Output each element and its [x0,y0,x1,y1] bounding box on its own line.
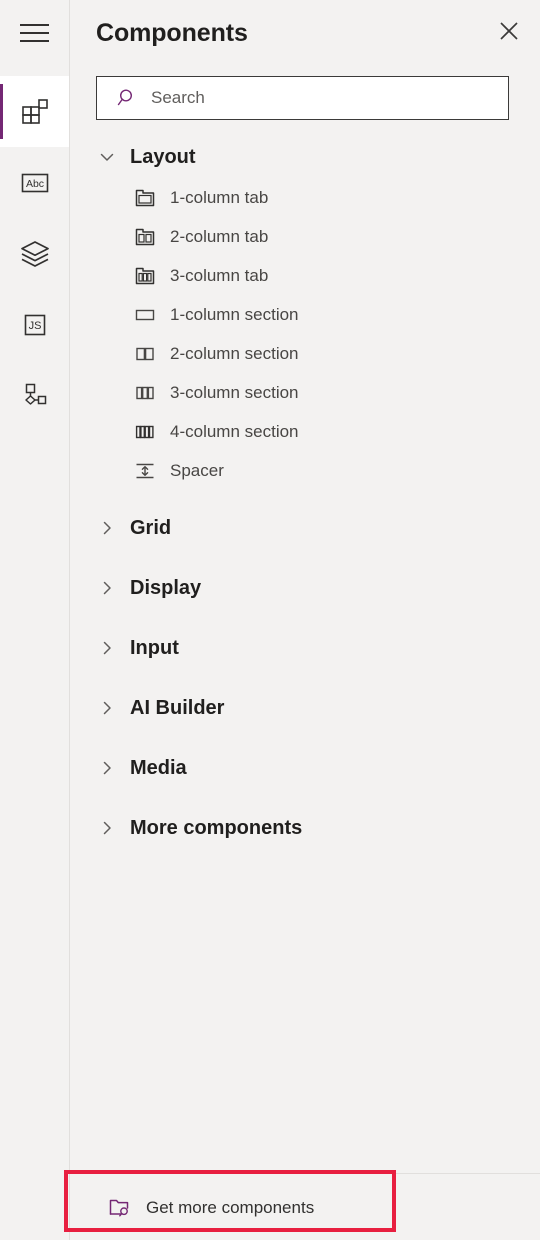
component-item-4-column-section[interactable]: 4-column section [70,412,540,451]
group-header-grid[interactable]: Grid [70,508,540,547]
component-item-1-column-tab[interactable]: 1-column tab [70,178,540,217]
tab-1-column-icon [132,185,158,211]
component-item-label: Spacer [170,461,224,480]
component-item-label: 4-column section [170,422,299,441]
group-header-ai-builder[interactable]: AI Builder [70,688,540,727]
sidebar-item-text[interactable]: Abc [0,147,69,218]
components-panel: Components Search Layout 1-column tab 2-… [70,0,540,1240]
svg-text:Abc: Abc [25,178,43,190]
group-label: AI Builder [130,696,225,719]
components-icon [20,97,50,127]
group-label: Layout [130,145,196,168]
search-box[interactable] [96,76,509,120]
component-item-3-column-tab[interactable]: 3-column tab [70,256,540,295]
chevron-right-icon [96,697,118,719]
section-2-column-icon [132,341,158,367]
text-abc-icon: Abc [20,170,50,196]
group-children-layout: 1-column tab 2-column tab 3-column tab 1… [70,178,540,490]
chevron-right-icon [96,817,118,839]
component-item-2-column-section[interactable]: 2-column section [70,334,540,373]
components-panel-app: Abc JS Components Search Layout 1-column… [0,0,540,1240]
component-item-1-column-section[interactable]: 1-column section [70,295,540,334]
hamburger-menu-icon [20,23,49,43]
close-button[interactable] [486,10,532,56]
component-item-label: 2-column section [170,344,299,363]
hamburger-menu-button[interactable] [0,0,69,66]
chevron-down-icon [96,146,118,168]
chevron-right-icon [96,637,118,659]
tab-3-column-icon [132,263,158,289]
rail-item-list: Abc JS [0,76,69,431]
section-3-column-icon [132,380,158,406]
tab-2-column-icon [132,224,158,250]
group-label: More components [130,816,303,839]
left-rail: Abc JS [0,0,70,1240]
group-label: Input [130,636,179,659]
search-container [70,66,540,120]
group-header-layout[interactable]: Layout [70,137,540,176]
chevron-right-icon [96,517,118,539]
group-label: Media [130,756,187,779]
component-item-label: 1-column section [170,305,299,324]
svg-text:JS: JS [28,320,41,332]
component-item-3-column-section[interactable]: 3-column section [70,373,540,412]
folder-search-icon [106,1194,132,1220]
get-more-components-button[interactable]: Get more components [70,1185,314,1229]
sidebar-item-components[interactable] [0,76,69,147]
flow-tree-icon [20,381,50,411]
search-icon [115,87,137,109]
component-item-spacer[interactable]: Spacer [70,451,540,490]
component-item-label: 3-column section [170,383,299,402]
spacer-icon [132,458,158,484]
close-icon [498,20,520,47]
group-header-display[interactable]: Display [70,568,540,607]
group-header-input[interactable]: Input [70,628,540,667]
page-title: Components [96,18,248,47]
component-item-label: 3-column tab [170,266,269,285]
get-more-components-label: Get more components [146,1197,315,1217]
sidebar-item-layers[interactable] [0,218,69,289]
sidebar-item-flow[interactable] [0,360,69,431]
component-item-label: 1-column tab [170,188,269,207]
chevron-right-icon [96,757,118,779]
group-header-media[interactable]: Media [70,748,540,787]
panel-footer: Get more components [70,1173,540,1240]
section-4-column-icon [132,419,158,445]
sidebar-item-javascript[interactable]: JS [0,289,69,360]
section-1-column-icon [132,302,158,328]
component-item-2-column-tab[interactable]: 2-column tab [70,217,540,256]
tree-group-layout: Layout 1-column tab 2-column tab 3-colum… [70,137,540,490]
panel-header: Components [70,0,540,66]
javascript-js-icon: JS [21,312,49,338]
group-label: Grid [130,516,172,539]
chevron-right-icon [96,577,118,599]
group-header-more-components[interactable]: More components [70,808,540,847]
component-item-label: 2-column tab [170,227,269,246]
group-label: Display [130,576,202,599]
component-tree: Layout 1-column tab 2-column tab 3-colum… [70,137,540,1173]
search-input[interactable] [151,86,508,110]
layers-icon [20,240,50,268]
